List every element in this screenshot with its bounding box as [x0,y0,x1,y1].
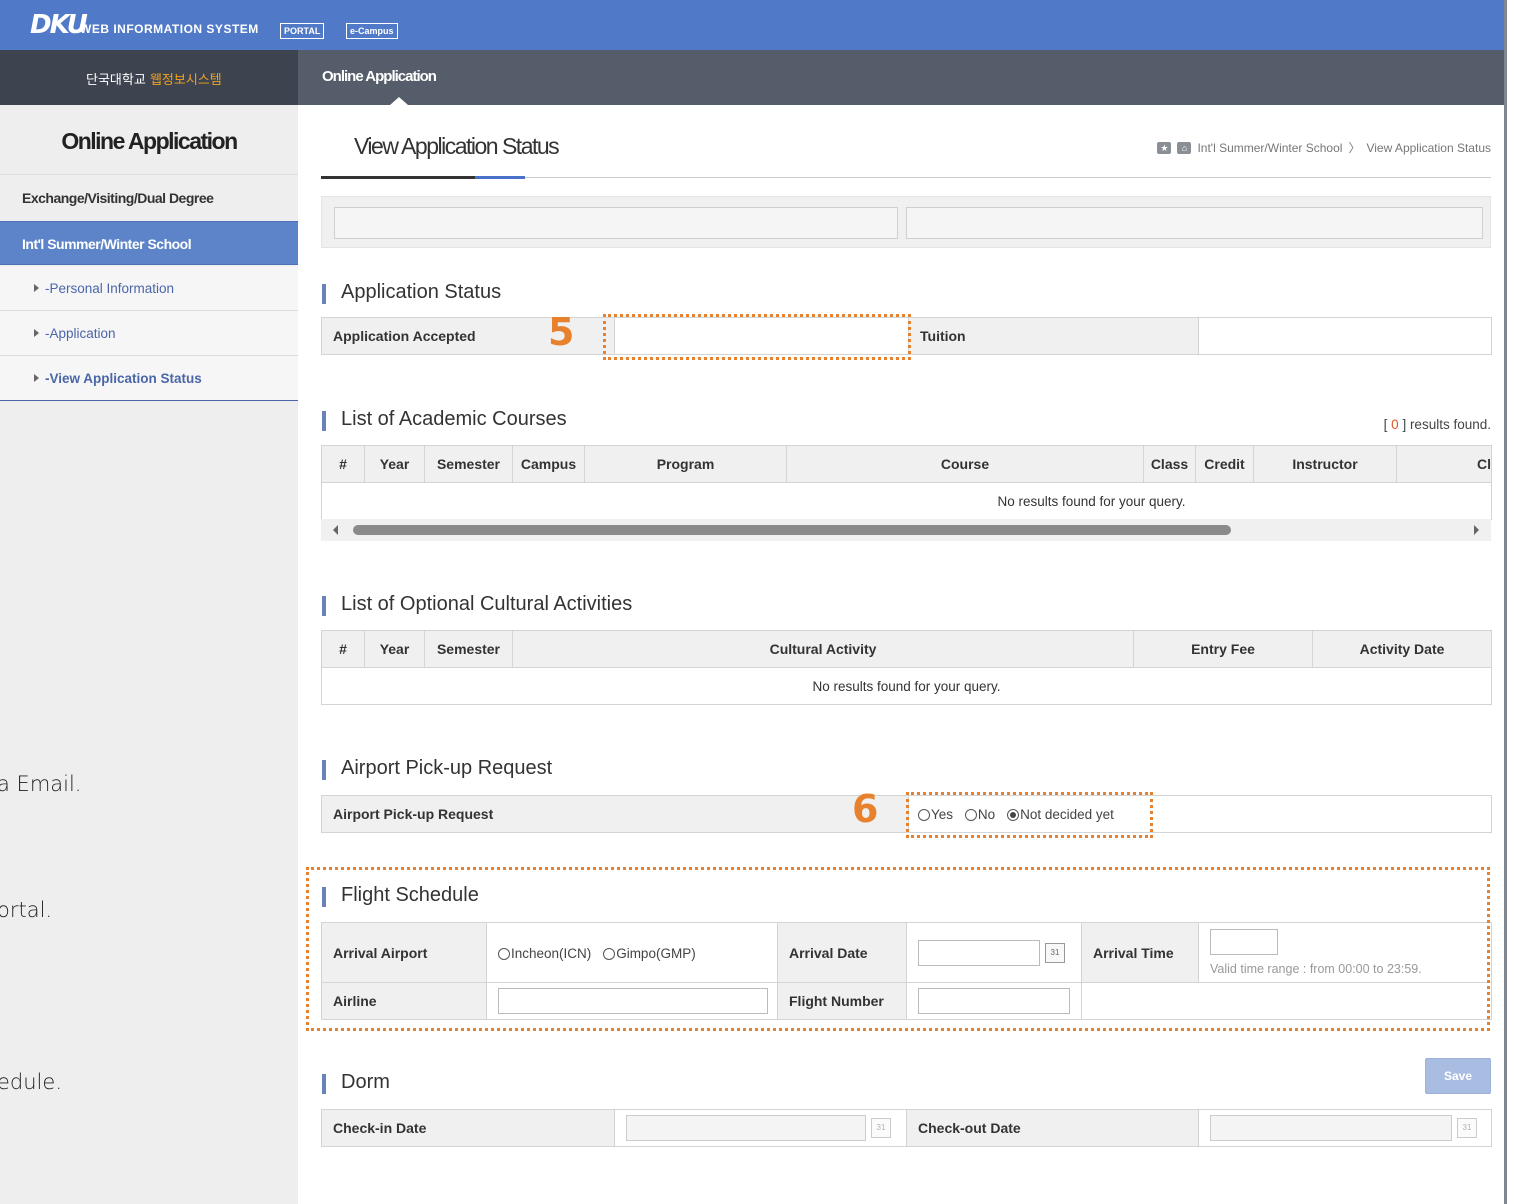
tuition-label: Tuition [908,317,1199,355]
col-year: Year [364,445,425,483]
sidebar: Online Application Exchange/Visiting/Dua… [0,105,298,1204]
results-count: [ 0 ] results found. [1384,417,1491,432]
save-button[interactable]: Save [1425,1058,1491,1094]
col-cl: Cl [1396,445,1492,483]
section-academic-courses: List of Academic Courses [321,408,567,431]
calendar-icon: 31 [1457,1118,1477,1138]
breadcrumb-current: View Application Status [1366,140,1491,155]
col-entry-fee: Entry Fee [1133,630,1313,668]
note-email: a Email. [0,772,82,796]
horizontal-scrollbar[interactable] [321,519,1491,541]
filter-field-right[interactable] [906,207,1483,239]
col-course: Course [786,445,1144,483]
empty-message: No results found for your query. [321,667,1492,705]
page-title: View Application Status [354,133,560,159]
col-program: Program [584,445,787,483]
col-year: Year [364,630,425,668]
col-semester: Semester [424,445,513,483]
sidebar-item-application[interactable]: -Application [0,311,298,356]
active-tab-caret-icon [390,97,408,105]
col-credit: Credit [1195,445,1254,483]
scroll-left-icon[interactable] [333,525,338,535]
dku-logo[interactable]: DKU [30,10,88,40]
window-right-edge [1504,0,1514,1204]
sidebar-group-exchange[interactable]: Exchange/Visiting/Dual Degree [0,176,298,220]
col-instructor: Instructor [1253,445,1397,483]
sidebar-item-label: -Application [45,326,116,341]
breadcrumb-item[interactable]: Int'l Summer/Winter School [1197,141,1342,155]
scrollbar-thumb[interactable] [353,525,1231,535]
filter-field-left[interactable] [334,207,898,239]
sidebar-title: Online Application [0,105,298,175]
col-cultural-activity: Cultural Activity [512,630,1134,668]
airport-pickup-label: Airport Pick-up Request [321,795,909,833]
cultural-activities-table: # Year Semester Cultural Activity Entry … [321,630,1492,705]
title-underline-accent [475,176,525,179]
checkin-label: Check-in Date [321,1109,615,1147]
sidebar-group-summer-winter[interactable]: Int'l Summer/Winter School [0,221,298,265]
col-activity-date: Activity Date [1312,630,1492,668]
top-bar: DKU WEB INFORMATION SYSTEM PORTAL e-Camp… [0,0,1504,50]
checkout-date-input [1210,1115,1452,1141]
filter-box [321,196,1491,248]
callout-number-6: 6 [852,787,879,831]
col-campus: Campus [512,445,585,483]
count-suffix: ] results found. [1398,417,1491,432]
site-title[interactable]: 단국대학교 웹정보시스템 [86,69,222,88]
triangle-right-icon [34,329,39,337]
nav-left: 단국대학교 웹정보시스템 [0,50,298,105]
count-number: 0 [1391,417,1399,432]
sidebar-item-personal-information[interactable]: -Personal Information [0,266,298,311]
sidebar-item-label: -View Application Status [45,371,202,386]
sidebar-item-label: -Personal Information [45,281,175,296]
breadcrumb-separator: 〉 [1348,141,1361,155]
portal-tab[interactable]: PORTAL [280,23,325,39]
callout-box-5 [603,314,911,360]
checkin-cell: 31 [614,1109,907,1147]
section-airport-pickup: Airport Pick-up Request [321,757,552,780]
triangle-right-icon [34,284,39,292]
section-application-status: Application Status [321,281,501,304]
main-content: View Application Status ★ ⌂ Int'l Summer… [298,105,1504,1204]
home-icon[interactable]: ⌂ [1177,141,1192,154]
checkout-cell: 31 [1198,1109,1492,1147]
ecampus-tab[interactable]: e-Campus [346,23,398,39]
empty-message: No results found for your query. [321,482,1492,520]
nav-right: Online Application [298,50,1504,105]
note-portal: ortal. [0,898,53,922]
tab-online-application[interactable]: Online Application [322,68,437,85]
col-semester: Semester [424,630,513,668]
checkin-date-input [626,1115,866,1141]
callout-box-6 [906,792,1153,838]
section-cultural-activities: List of Optional Cultural Activities [321,593,632,616]
callout-box-flight-schedule [306,867,1490,1031]
breadcrumb: ★ ⌂ Int'l Summer/Winter School 〉 View Ap… [1157,139,1491,156]
site-title-highlight: 웹정보시스템 [149,73,222,88]
col-class: Class [1143,445,1196,483]
tuition-value [1198,317,1492,355]
dorm-table: Check-in Date 31 Check-out Date 31 [321,1109,1492,1147]
col-number: # [321,445,365,483]
col-number: # [321,630,365,668]
callout-number-5: 5 [548,310,575,354]
checkout-label: Check-out Date [906,1109,1199,1147]
sidebar-item-view-application-status[interactable]: -View Application Status [0,356,298,401]
site-title-prefix: 단국대학교 [86,73,150,88]
favorite-icon[interactable]: ★ [1157,141,1172,154]
system-name: WEB INFORMATION SYSTEM [80,22,259,36]
calendar-icon: 31 [871,1118,891,1138]
scroll-right-icon[interactable] [1474,525,1479,535]
academic-courses-table: # Year Semester Campus Program Course Cl… [321,445,1492,520]
section-dorm: Dorm [321,1071,390,1094]
triangle-right-icon [34,374,39,382]
title-underline [321,176,475,179]
note-schedule: edule. [0,1070,62,1094]
